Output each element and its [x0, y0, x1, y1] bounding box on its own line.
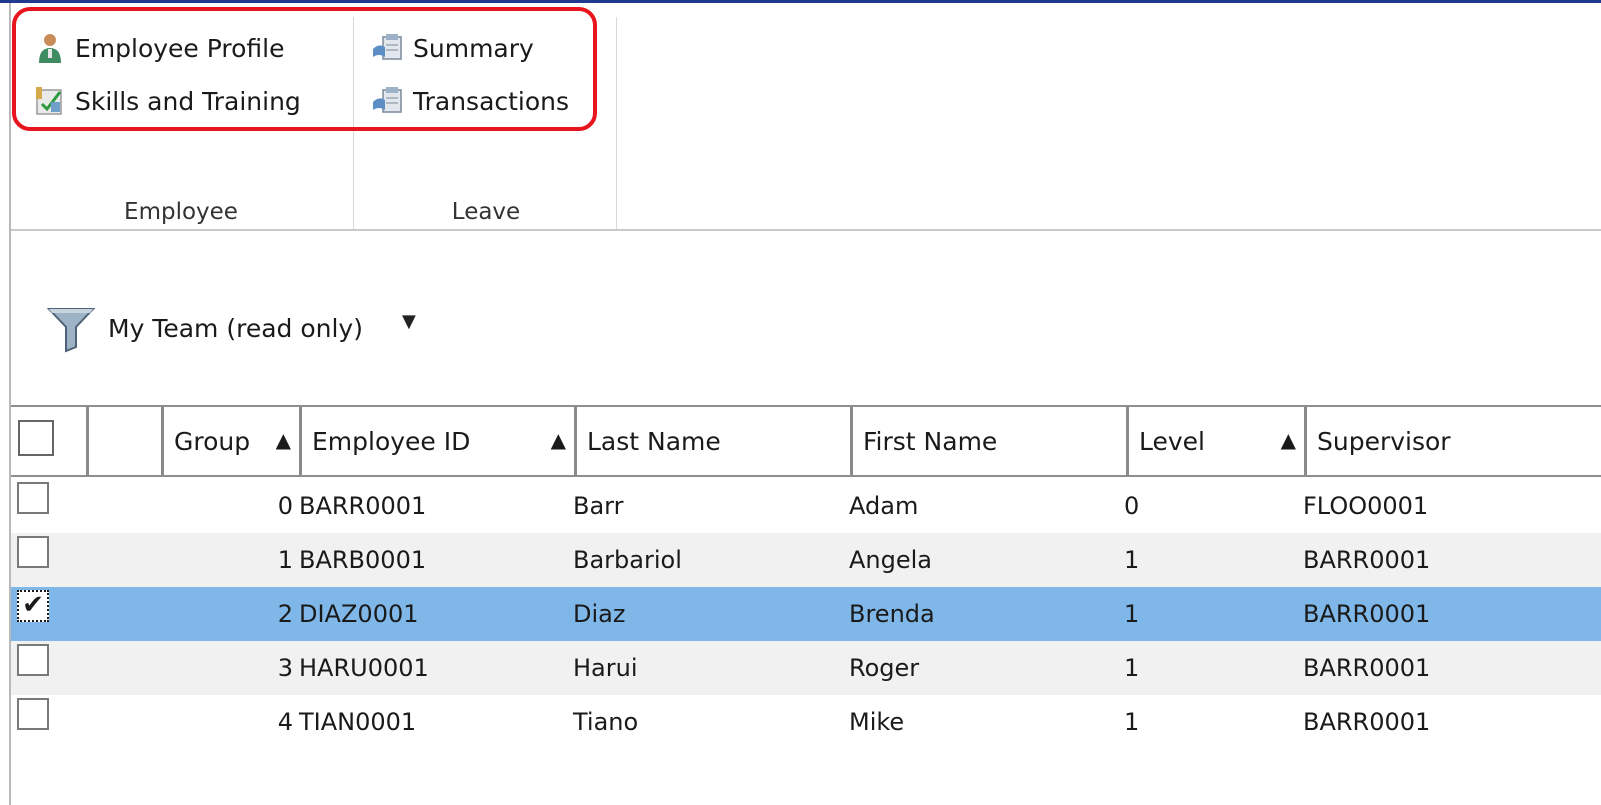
skills-and-training-button[interactable]: Skills and Training — [33, 81, 301, 121]
column-header-group-label: Group — [174, 426, 251, 456]
person-icon — [39, 34, 61, 63]
ribbon-group-separator — [353, 17, 354, 229]
column-header-group[interactable]: Group ▲ — [164, 407, 302, 475]
column-header-level[interactable]: Level ▲ — [1129, 407, 1307, 475]
sort-ascending-icon: ▲ — [1280, 428, 1296, 452]
table-row[interactable]: 3 HARU0001 Harui Roger 1 BARR0001 — [11, 641, 1601, 695]
cell-supervisor: BARR0001 — [1303, 600, 1431, 628]
cell-first-name: Roger — [849, 654, 920, 682]
column-header-employee-id-label: Employee ID — [312, 426, 471, 456]
funnel-icon — [46, 308, 96, 353]
ribbon: Employee Profile Skills and Training Emp… — [11, 3, 1601, 229]
leave-summary-label: Summary — [413, 33, 534, 63]
table-row[interactable]: 1 BARB0001 Barbariol Angela 1 BARR0001 — [11, 533, 1601, 587]
select-all-checkbox[interactable] — [18, 420, 54, 456]
row-checkbox[interactable] — [17, 644, 49, 676]
cell-employee-id: HARU0001 — [299, 654, 429, 682]
leave-transactions-button[interactable]: Transactions — [371, 81, 569, 121]
column-header-last-name-label: Last Name — [587, 426, 721, 456]
cell-supervisor: BARR0001 — [1303, 708, 1431, 736]
leave-transactions-label: Transactions — [413, 86, 570, 116]
indicator-column-header — [89, 407, 164, 475]
row-checkbox-checked[interactable]: ✔ — [17, 590, 49, 622]
cell-last-name: Harui — [573, 654, 638, 682]
column-header-supervisor[interactable]: Supervisor — [1307, 407, 1601, 475]
cell-employee-id: BARR0001 — [299, 492, 427, 520]
grid-header: Group ▲ Employee ID ▲ Last Name First Na… — [11, 405, 1601, 477]
column-header-first-name[interactable]: First Name — [853, 407, 1129, 475]
leave-summary-icon — [373, 34, 402, 60]
table-row[interactable]: 0 BARR0001 Barr Adam 0 FLOO0001 — [11, 479, 1601, 533]
cell-level: 1 — [1124, 546, 1140, 574]
cell-employee-id: BARB0001 — [299, 546, 427, 574]
cell-first-name: Adam — [849, 492, 919, 520]
cell-supervisor: FLOO0001 — [1303, 492, 1429, 520]
cell-employee-id: DIAZ0001 — [299, 600, 419, 628]
table-row-selected[interactable]: ✔ 2 DIAZ0001 Diaz Brenda 1 BARR0001 — [11, 587, 1601, 641]
leave-summary-button[interactable]: Summary — [371, 28, 534, 68]
filter-dropdown-caret[interactable]: ▼ — [402, 311, 416, 332]
table-row[interactable]: 4 TIAN0001 Tiano Mike 1 BARR0001 — [11, 695, 1601, 749]
skills-and-training-label: Skills and Training — [75, 86, 301, 116]
cell-last-name: Barr — [573, 492, 624, 520]
row-checkbox[interactable] — [17, 482, 49, 514]
employee-profile-button[interactable]: Employee Profile — [33, 28, 285, 68]
leave-transactions-icon — [373, 87, 402, 113]
sort-ascending-icon: ▲ — [550, 428, 566, 452]
select-all-column — [11, 407, 89, 475]
employee-profile-label: Employee Profile — [75, 33, 285, 63]
sort-ascending-icon: ▲ — [275, 428, 291, 452]
cell-last-name: Diaz — [573, 600, 626, 628]
cell-level: 1 — [1124, 654, 1140, 682]
cell-supervisor: BARR0001 — [1303, 546, 1431, 574]
cell-level: 0 — [1124, 492, 1140, 520]
cell-level: 1 — [1124, 708, 1140, 736]
row-checkbox[interactable] — [17, 698, 49, 730]
column-header-last-name[interactable]: Last Name — [577, 407, 853, 475]
cell-group: 2 — [277, 600, 293, 628]
cell-last-name: Barbariol — [573, 546, 682, 574]
column-header-level-label: Level — [1139, 426, 1205, 456]
cell-first-name: Brenda — [849, 600, 935, 628]
cell-first-name: Mike — [849, 708, 905, 736]
leave-group-label: Leave — [451, 199, 521, 225]
cell-employee-id: TIAN0001 — [299, 708, 417, 736]
column-header-first-name-label: First Name — [863, 426, 998, 456]
cell-group: 0 — [277, 492, 293, 520]
column-header-employee-id[interactable]: Employee ID ▲ — [302, 407, 577, 475]
cell-last-name: Tiano — [573, 708, 639, 736]
filter-label: My Team (read only) — [108, 313, 363, 343]
skills-icon — [36, 87, 62, 115]
filter-selector[interactable]: My Team (read only) — [46, 303, 363, 353]
cell-group: 1 — [277, 546, 293, 574]
cell-first-name: Angela — [849, 546, 933, 574]
cell-group: 3 — [277, 654, 293, 682]
cell-supervisor: BARR0001 — [1303, 654, 1431, 682]
column-header-supervisor-label: Supervisor — [1317, 426, 1451, 456]
cell-group: 4 — [277, 708, 293, 736]
ribbon-bottom-border — [11, 229, 1601, 231]
ribbon-group-separator — [616, 17, 617, 229]
cell-level: 1 — [1124, 600, 1140, 628]
row-checkbox[interactable] — [17, 536, 49, 568]
employee-group-label: Employee — [124, 199, 238, 225]
